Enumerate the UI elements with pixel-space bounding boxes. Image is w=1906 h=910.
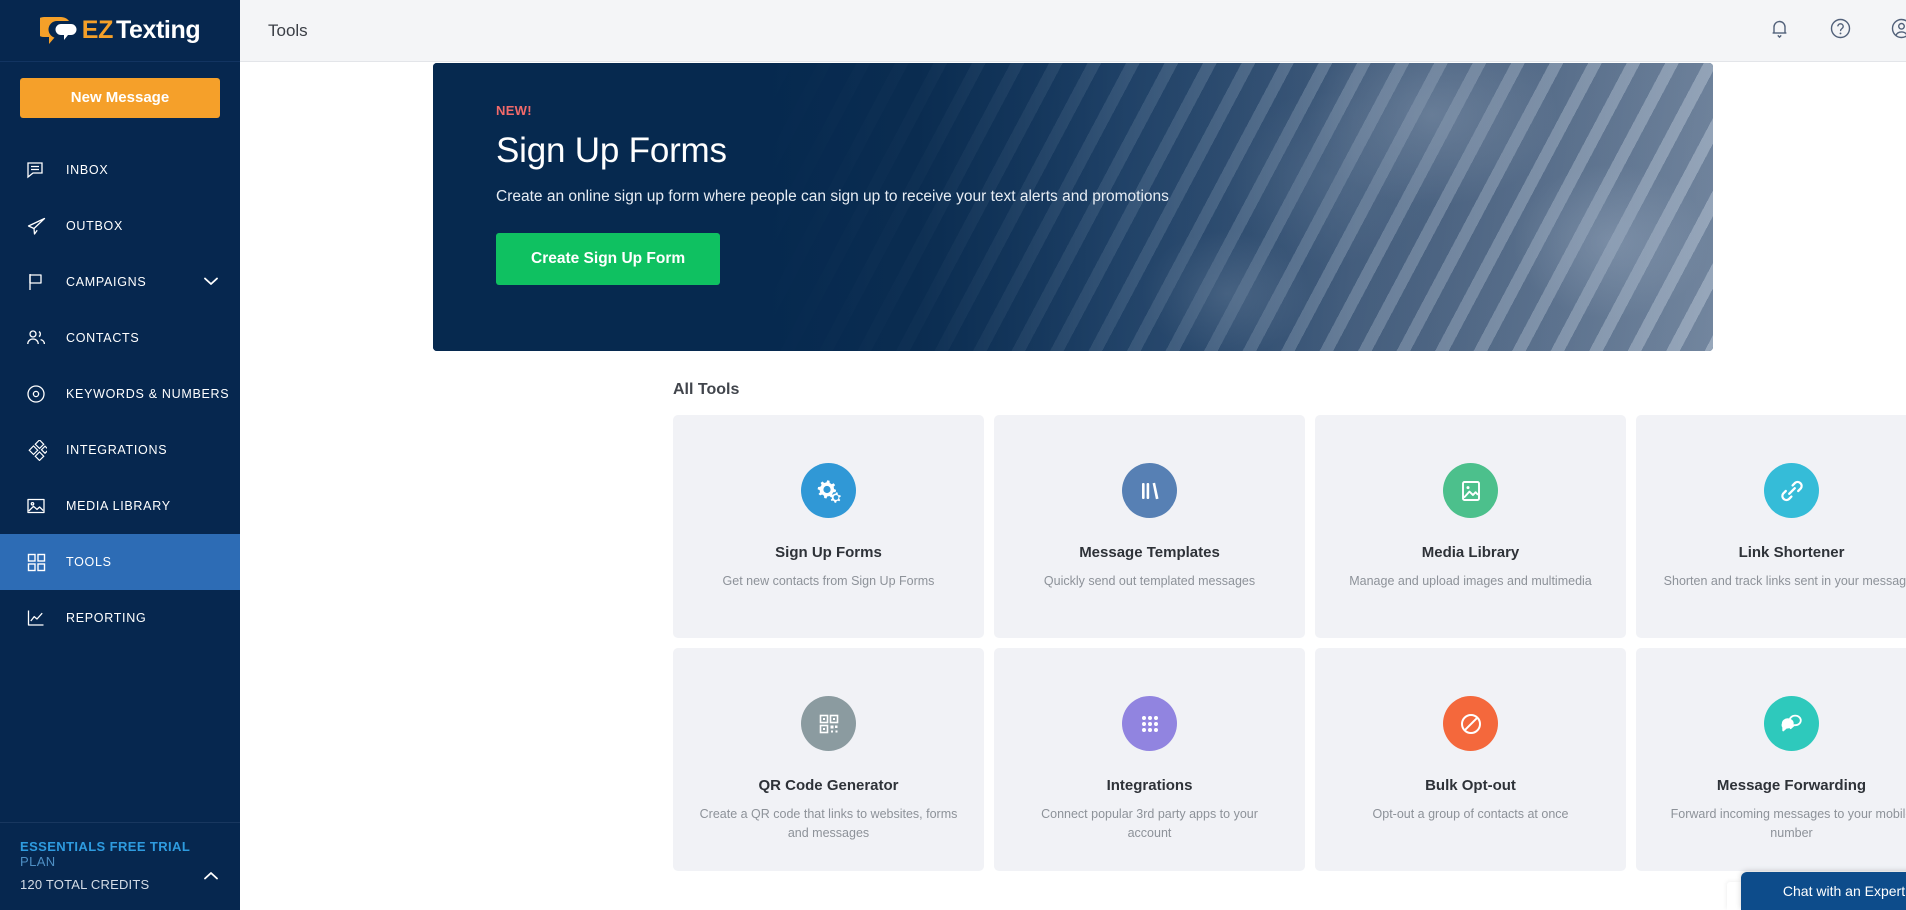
chat-bubbles-icon [1764,696,1819,751]
tool-card-media-library[interactable]: Media Library Manage and upload images a… [1315,415,1626,638]
sidebar-nav: INBOX OUTBOX CAMPAIGNS CONTACTS KEYWORDS… [0,142,240,646]
sidebar-item-integrations[interactable]: INTEGRATIONS [0,422,240,478]
image-icon [1443,463,1498,518]
tool-card-title: Message Templates [1079,544,1220,561]
tool-card-qr-code-generator[interactable]: QR Code Generator Create a QR code that … [673,648,984,871]
tool-card-desc: Create a QR code that links to websites,… [699,807,958,841]
tool-card-title: Link Shortener [1738,544,1845,561]
plan-name-suffix: PLAN [20,854,56,869]
paper-plane-icon [24,214,48,238]
tool-card-title: Integrations [1106,777,1193,794]
new-message-button[interactable]: New Message [20,78,220,118]
sidebar-item-contacts[interactable]: CONTACTS [0,310,240,366]
tool-card-title: Message Forwarding [1716,777,1867,794]
qr-code-icon [801,696,856,751]
chevron-up-icon[interactable] [204,867,218,885]
hero-banner: NEW! Sign Up Forms Create an online sign… [433,63,1713,351]
sidebar-item-label: REPORTING [66,611,147,625]
sidebar-item-label: INBOX [66,163,109,177]
sidebar-item-label: CONTACTS [66,331,140,345]
sidebar-item-label: TOOLS [66,555,112,569]
image-icon [24,494,48,518]
tools-grid: Sign Up Forms Get new contacts from Sign… [673,415,1906,871]
tool-card-title: Bulk Opt-out [1425,777,1516,794]
page-content: NEW! Sign Up Forms Create an online sign… [240,62,1906,910]
chat-with-expert-button[interactable]: Chat with an Expert [1741,872,1906,910]
diamonds-icon [24,438,48,462]
tool-card-desc: Shorten and track links sent in your mes… [1663,574,1906,588]
hero-subtitle: Create an online sign up form where peop… [496,188,1169,205]
hero-content: NEW! Sign Up Forms Create an online sign… [433,63,1713,285]
logo-text-texting: Texting [115,16,201,44]
tool-card-title: Media Library [1421,544,1520,561]
sidebar-item-campaigns[interactable]: CAMPAIGNS [0,254,240,310]
notifications-bell-icon[interactable] [1768,17,1791,45]
tool-card-sign-up-forms[interactable]: Sign Up Forms Get new contacts from Sign… [673,415,984,638]
gears-icon [801,463,856,518]
plan-name: ESSENTIALS FREE TRIAL PLAN [20,839,220,869]
link-chain-icon [1764,463,1819,518]
tool-card-desc: Get new contacts from Sign Up Forms [722,574,935,588]
sidebar-item-keywords-numbers[interactable]: KEYWORDS & NUMBERS [0,366,240,422]
account-circle-icon[interactable] [1890,17,1906,45]
dot-grid-icon [1122,696,1177,751]
plan-name-text: ESSENTIALS FREE TRIAL [20,839,190,854]
tool-card-message-templates[interactable]: Message Templates Quickly send out templ… [994,415,1305,638]
header-actions [1768,17,1906,45]
app-root: EZ Texting New Message INBOX OUTBOX CAMP… [0,0,1906,910]
tool-card-link-shortener[interactable]: Link Shortener Shorten and track links s… [1636,415,1906,638]
brand-logo[interactable]: EZ Texting [0,0,240,62]
chat-widget-edge [1727,882,1741,910]
tool-card-desc: Connect popular 3rd party apps to your a… [1041,807,1258,841]
sidebar-item-label: KEYWORDS & NUMBERS [66,387,230,401]
tool-card-desc: Quickly send out templated messages [1043,574,1256,588]
tool-card-desc: Opt-out a group of contacts at once [1372,807,1569,821]
books-icon [1122,463,1177,518]
sidebar-item-media-library[interactable]: MEDIA LIBRARY [0,478,240,534]
create-sign-up-form-button[interactable]: Create Sign Up Form [496,233,721,285]
tool-card-desc: Forward incoming messages to your mobile… [1670,807,1906,841]
inbox-chat-icon [24,158,48,182]
hero-new-badge: NEW! [496,103,532,118]
sidebar-item-outbox[interactable]: OUTBOX [0,198,240,254]
chevron-down-icon[interactable] [204,273,218,291]
all-tools-heading: All Tools [673,381,740,398]
sidebar-item-label: OUTBOX [66,219,123,233]
sidebar-item-label: CAMPAIGNS [66,275,147,289]
help-circle-icon[interactable] [1829,17,1852,45]
line-chart-icon [24,606,48,630]
sidebar-item-reporting[interactable]: REPORTING [0,590,240,646]
plan-summary[interactable]: ESSENTIALS FREE TRIAL PLAN 120 TOTAL CRE… [0,822,240,910]
people-icon [24,326,48,350]
tool-card-message-forwarding[interactable]: Message Forwarding Forward incoming mess… [1636,648,1906,871]
main-area: Tools NEW! Sign Up Forms Create an onlin… [240,0,1906,910]
top-header: Tools [240,0,1906,62]
page-title: Tools [268,20,308,40]
target-circle-icon [24,382,48,406]
hero-title: Sign Up Forms [496,131,727,170]
plan-credits: 120 TOTAL CREDITS [20,877,150,892]
tool-card-bulk-opt-out[interactable]: Bulk Opt-out Opt-out a group of contacts… [1315,648,1626,871]
tool-card-desc: Manage and upload images and multimedia [1349,574,1592,588]
sidebar-item-tools[interactable]: TOOLS [0,534,240,590]
tool-card-integrations[interactable]: Integrations Connect popular 3rd party a… [994,648,1305,871]
no-entry-icon [1443,696,1498,751]
sidebar-item-label: MEDIA LIBRARY [66,499,171,513]
tool-card-title: QR Code Generator [758,777,899,794]
flag-icon [24,270,48,294]
grid-squares-icon [24,550,48,574]
sidebar: EZ Texting New Message INBOX OUTBOX CAMP… [0,0,240,910]
sidebar-item-label: INTEGRATIONS [66,443,168,457]
logo-text-ez: EZ [81,16,114,44]
tool-card-title: Sign Up Forms [775,544,882,561]
sidebar-item-inbox[interactable]: INBOX [0,142,240,198]
speech-bubble-logo-icon [33,14,82,48]
